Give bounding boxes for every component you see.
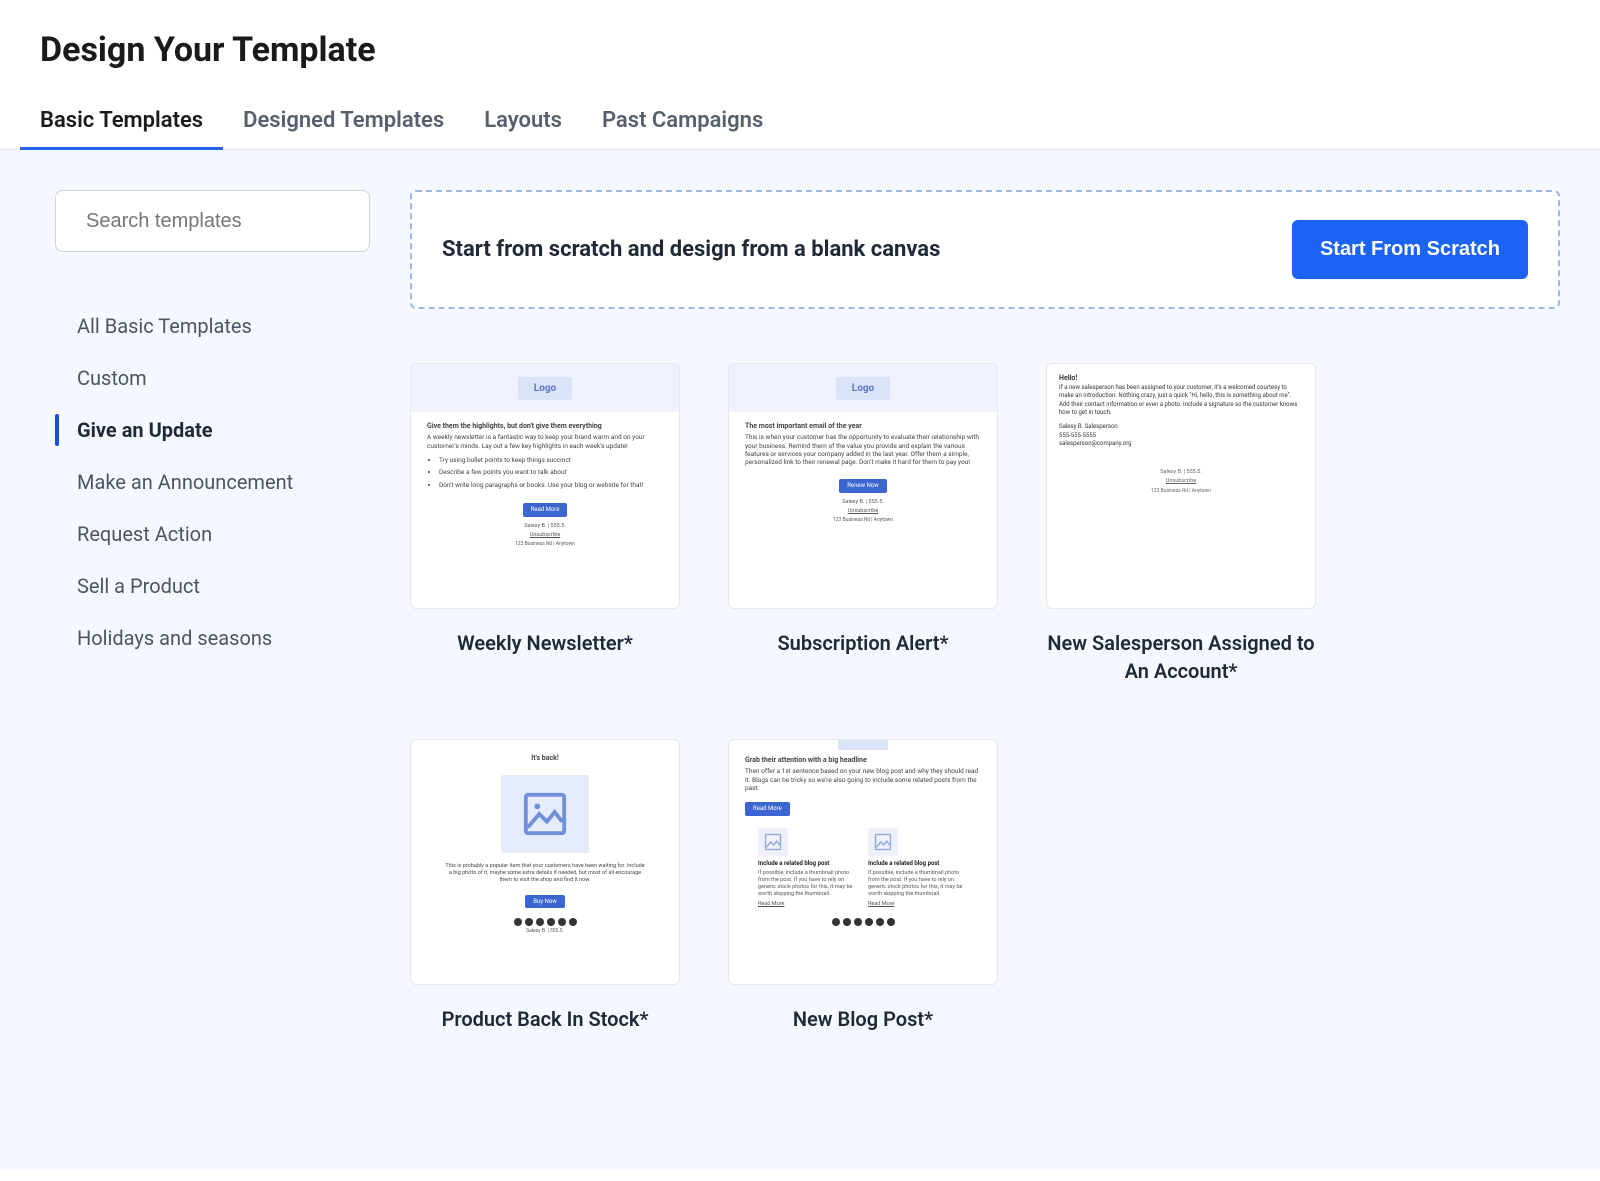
preview-sub: A weekly newsletter is a fantastic way t… — [427, 433, 663, 450]
sidebar-item-give-update[interactable]: Give an Update — [55, 404, 370, 456]
sidebar-item-all-basic[interactable]: All Basic Templates — [55, 300, 370, 352]
preview-sub: This is probably a popular item that you… — [427, 863, 663, 884]
logo-placeholder: Logo — [836, 377, 890, 400]
template-title: Weekly Newsletter* — [457, 629, 633, 657]
template-thumb: Grab their attention with a big headline… — [728, 739, 998, 985]
preview-body: If a new salesperson has been assigned t… — [1059, 384, 1303, 418]
sidebar-item-holidays[interactable]: Holidays and seasons — [55, 612, 370, 664]
preview-sub: This is when your customer has the oppor… — [745, 433, 981, 467]
sidebar-item-sell-product[interactable]: Sell a Product — [55, 560, 370, 612]
search-box[interactable] — [55, 190, 370, 252]
search-input[interactable] — [86, 210, 351, 233]
preview-button: Renew Now — [839, 479, 887, 493]
preview-bullet: Try using bullet points to keep things s… — [439, 456, 663, 464]
preview-col-head: Include a related blog post — [758, 860, 858, 868]
start-from-scratch-banner: Start from scratch and design from a bla… — [410, 190, 1560, 309]
preview-heading: Give them the highlights, but don't give… — [427, 422, 663, 431]
preview-col-link: Read More — [758, 901, 858, 908]
preview-col-head: Include a related blog post — [868, 860, 968, 868]
logo-placeholder: Logo — [518, 377, 572, 400]
sidebar-item-request-action[interactable]: Request Action — [55, 508, 370, 560]
template-card-new-blog-post[interactable]: Grab their attention with a big headline… — [728, 739, 998, 1033]
template-card-back-in-stock[interactable]: It's back! This is probably a popular it… — [410, 739, 680, 1033]
preview-heading: It's back! — [427, 754, 663, 763]
preview-button: Read More — [745, 802, 790, 816]
preview-sig-name: Salesy B. Salesperson — [1059, 423, 1303, 431]
template-thumb: Logo The most important email of the yea… — [728, 363, 998, 609]
template-thumb: It's back! This is probably a popular it… — [410, 739, 680, 985]
image-placeholder-icon — [758, 828, 788, 856]
tab-past-campaigns[interactable]: Past Campaigns — [602, 108, 763, 149]
template-title: Product Back In Stock* — [442, 1005, 649, 1033]
sidebar: All Basic Templates Custom Give an Updat… — [0, 190, 370, 1130]
template-title: Subscription Alert* — [777, 629, 948, 657]
start-from-scratch-button[interactable]: Start From Scratch — [1292, 220, 1528, 279]
preview-col-link: Read More — [868, 901, 968, 908]
template-grid: Logo Give them the highlights, but don't… — [410, 363, 1560, 1033]
template-card-new-salesperson[interactable]: Hello! If a new salesperson has been ass… — [1046, 363, 1316, 685]
image-placeholder-icon — [501, 775, 589, 853]
preview-col-text: If possible, include a thumbnail photo f… — [758, 870, 852, 897]
preview-heading: Grab their attention with a big headline — [745, 756, 981, 765]
template-title: New Blog Post* — [793, 1005, 933, 1033]
preview-col-text: If possible, include a thumbnail photo f… — [868, 870, 962, 897]
template-title: New Salesperson Assigned to An Account* — [1046, 629, 1316, 685]
preview-button: Buy Now — [525, 895, 565, 909]
preview-bullet: Don't write long paragraphs or books. Us… — [439, 481, 663, 489]
tabs: Basic Templates Designed Templates Layou… — [0, 108, 1600, 150]
preview-heading: Hello! — [1059, 374, 1303, 384]
template-card-weekly-newsletter[interactable]: Logo Give them the highlights, but don't… — [410, 363, 680, 685]
preview-button: Read More — [523, 503, 568, 517]
preview-heading: The most important email of the year — [745, 422, 981, 431]
sidebar-item-custom[interactable]: Custom — [55, 352, 370, 404]
tab-designed-templates[interactable]: Designed Templates — [243, 108, 444, 149]
preview-bullet: Describe a few points you want to talk a… — [439, 468, 663, 476]
tab-layouts[interactable]: Layouts — [484, 108, 562, 149]
template-card-subscription-alert[interactable]: Logo The most important email of the yea… — [728, 363, 998, 685]
preview-sig-phone: 555-555-5555 — [1059, 432, 1303, 440]
sidebar-item-make-announcement[interactable]: Make an Announcement — [55, 456, 370, 508]
tab-basic-templates[interactable]: Basic Templates — [40, 108, 203, 149]
image-placeholder-icon — [868, 828, 898, 856]
preview-sub: Then offer a 1st sentence based on your … — [745, 767, 981, 792]
template-thumb: Logo Give them the highlights, but don't… — [410, 363, 680, 609]
template-thumb: Hello! If a new salesperson has been ass… — [1046, 363, 1316, 609]
preview-sig-email: salesperson@company.org — [1059, 440, 1303, 448]
main-area: Start from scratch and design from a bla… — [410, 190, 1560, 1130]
scratch-text: Start from scratch and design from a bla… — [442, 237, 940, 262]
page-title: Design Your Template — [0, 0, 1600, 108]
